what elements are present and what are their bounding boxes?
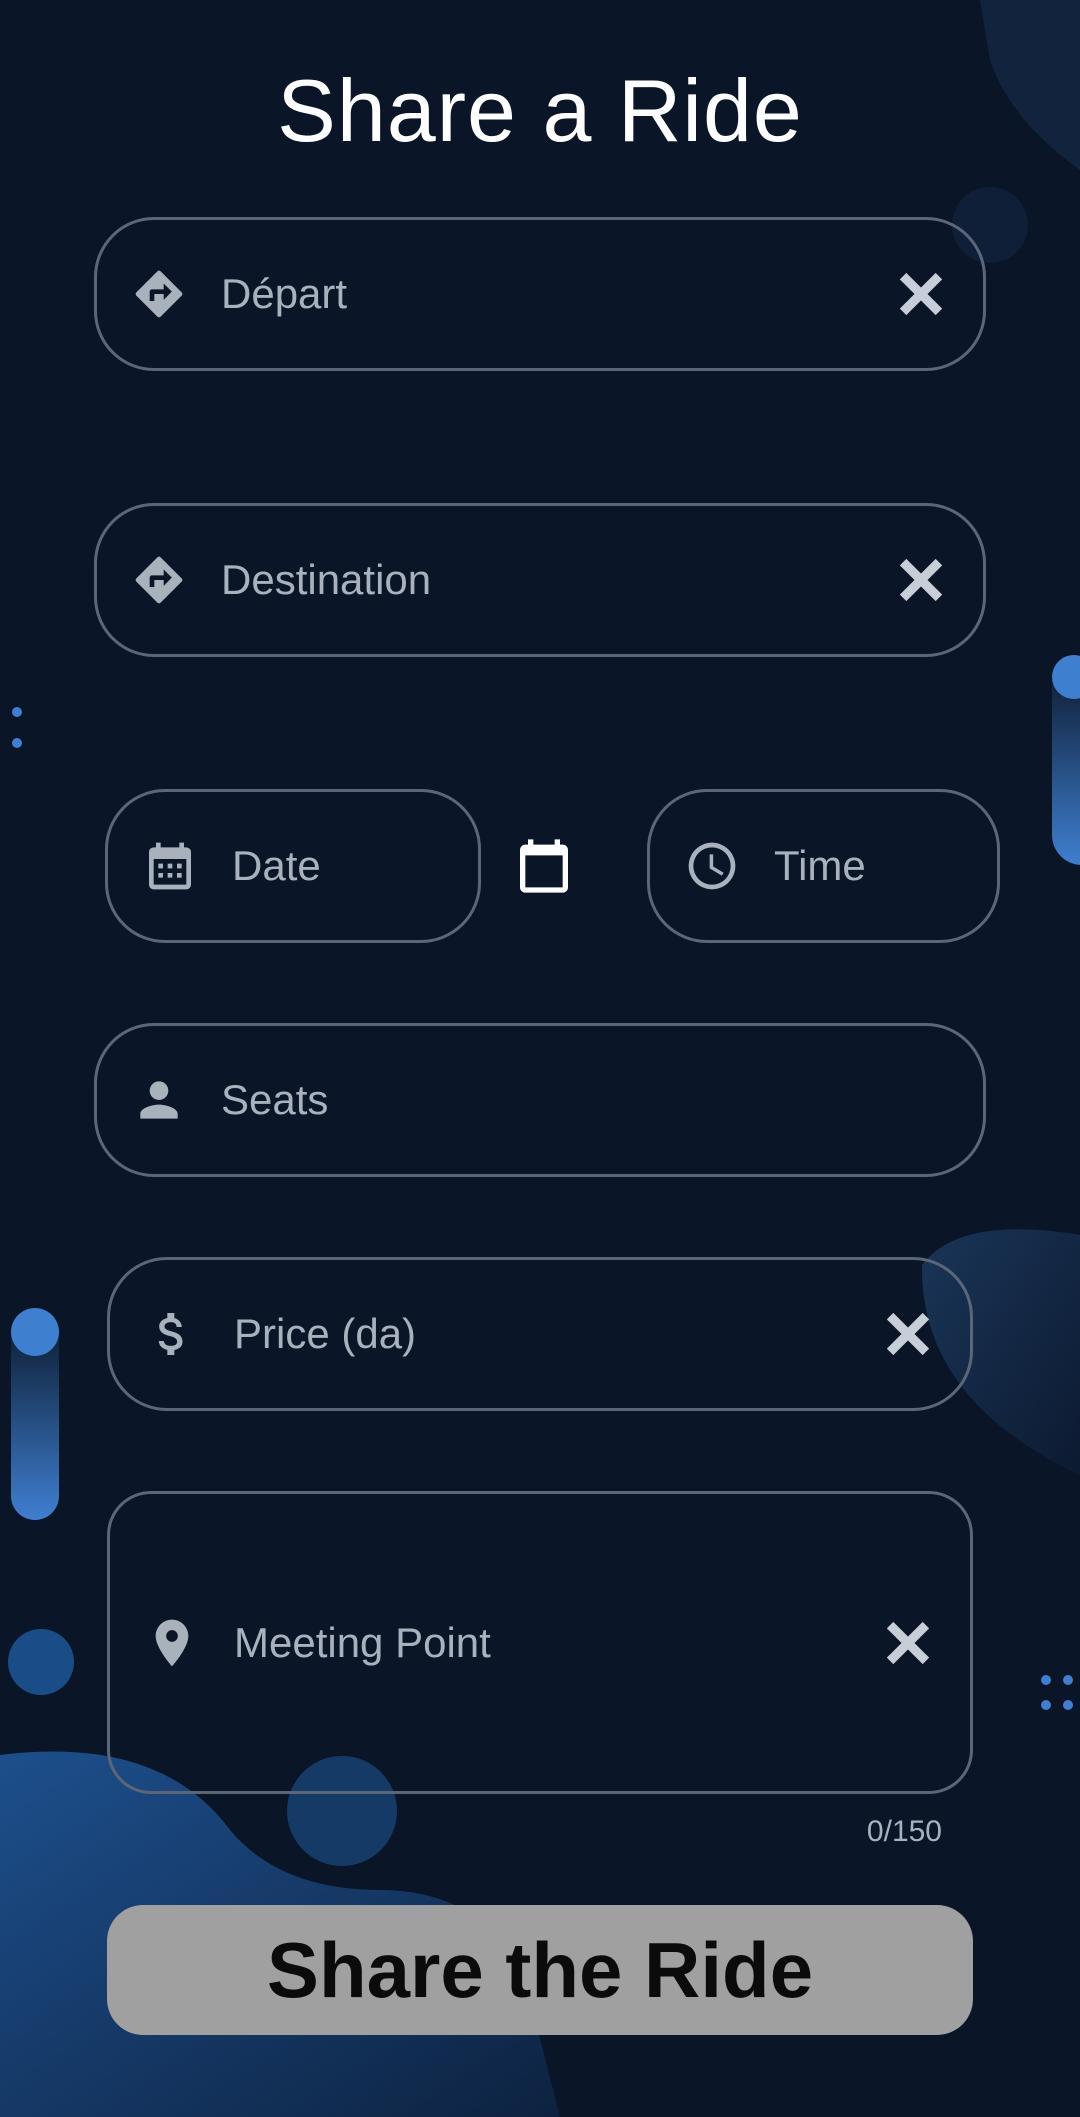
depart-field[interactable]: Départ [94,217,986,371]
share-ride-button[interactable]: Share the Ride [107,1905,973,2035]
date-field[interactable]: Date [105,789,481,943]
close-icon[interactable] [884,1619,932,1667]
seats-field[interactable]: Seats [94,1023,986,1177]
calendar-icon [520,839,568,893]
date-placeholder: Date [232,842,321,889]
location-pin-icon [144,1615,200,1671]
meeting-point-placeholder: Meeting Point [234,1618,491,1666]
destination-placeholder: Destination [221,556,432,603]
directions-icon [131,266,187,322]
time-field[interactable]: Time [647,789,1000,943]
price-placeholder: Price (da) [234,1310,417,1357]
close-icon[interactable] [897,556,945,604]
date-picker-button[interactable] [508,830,580,902]
calendar-icon [142,838,198,894]
price-field[interactable]: Price (da) [107,1257,973,1411]
seats-placeholder: Seats [221,1076,329,1123]
directions-icon [131,552,187,608]
dollar-icon [144,1306,200,1362]
destination-field[interactable]: Destination [94,503,986,657]
clock-icon [684,838,740,894]
close-icon[interactable] [897,270,945,318]
page-title: Share a Ride [277,61,803,160]
close-icon[interactable] [884,1310,932,1358]
character-counter: 0/150 [866,1815,942,1848]
time-placeholder: Time [774,842,866,889]
meeting-point-field[interactable]: Meeting Point [107,1491,973,1794]
person-icon [131,1072,187,1128]
depart-placeholder: Départ [221,270,348,317]
